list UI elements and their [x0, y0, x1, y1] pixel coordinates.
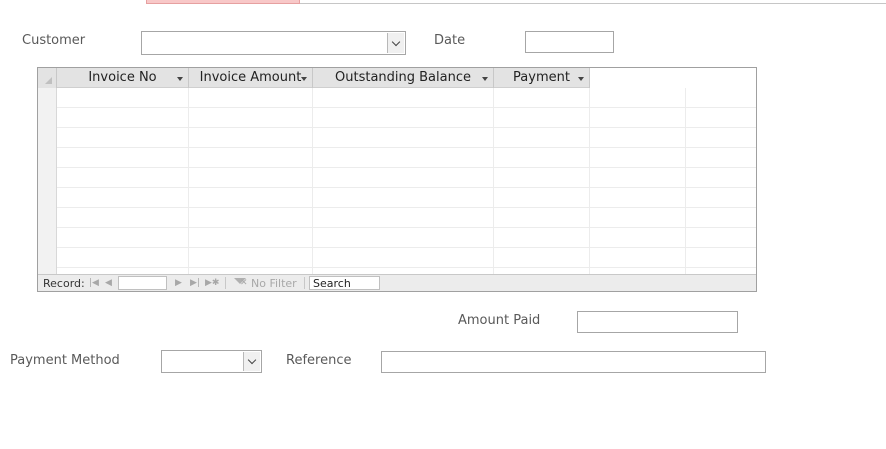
grid-row-line — [57, 187, 756, 188]
grid-row-line — [57, 207, 756, 208]
chevron-down-icon — [247, 355, 257, 365]
amount-paid-input[interactable] — [577, 311, 738, 333]
customer-label: Customer — [22, 33, 86, 48]
amount-paid-label: Amount Paid — [458, 313, 541, 328]
grid-col-line — [589, 88, 590, 274]
date-label: Date — [434, 33, 466, 48]
select-all-corner[interactable] — [38, 68, 57, 88]
column-header-label: Invoice Amount — [199, 70, 302, 85]
grid-row-line — [57, 127, 756, 128]
prev-record-icon[interactable]: ◀ — [105, 277, 112, 290]
payment-method-label: Payment Method — [10, 353, 120, 368]
invoice-datasheet: Invoice No Invoice Amount Outstanding Ba… — [37, 67, 757, 292]
active-tab[interactable] — [146, 0, 300, 4]
column-header-label: Invoice No — [88, 70, 157, 85]
grid-row-line — [57, 267, 756, 268]
column-dropdown-icon[interactable] — [482, 77, 488, 81]
reference-label: Reference — [286, 353, 352, 368]
filter-clear-icon: ✕ — [240, 278, 248, 288]
record-selector-column[interactable] — [38, 88, 57, 274]
customer-combo[interactable] — [141, 31, 406, 55]
column-dropdown-icon[interactable] — [177, 77, 183, 81]
payment-method-dropdown-button[interactable] — [243, 352, 260, 371]
grid-row-line — [57, 107, 756, 108]
column-header-payment[interactable]: Payment — [494, 68, 590, 88]
last-record-icon[interactable]: ▶| — [190, 277, 200, 290]
grid-row-line — [57, 147, 756, 148]
nav-separator — [304, 277, 305, 289]
column-header-label: Outstanding Balance — [335, 70, 471, 85]
datasheet-header: Invoice No Invoice Amount Outstanding Ba… — [38, 68, 590, 88]
grid-col-line — [188, 88, 189, 274]
search-input[interactable] — [309, 276, 380, 290]
column-dropdown-icon[interactable] — [301, 77, 307, 81]
column-header-invoice-amount[interactable]: Invoice Amount — [189, 68, 313, 88]
datasheet-grid[interactable] — [57, 88, 756, 274]
grid-row-line — [57, 167, 756, 168]
new-record-icon[interactable]: ▶✱ — [205, 277, 219, 290]
column-header-outstanding-balance[interactable]: Outstanding Balance — [313, 68, 494, 88]
column-header-label: Payment — [513, 70, 570, 85]
grid-row-line — [57, 247, 756, 248]
record-number-input[interactable] — [118, 276, 167, 290]
payment-method-combo[interactable] — [161, 350, 262, 373]
no-filter-button[interactable]: No Filter — [251, 277, 297, 290]
column-header-invoice-no[interactable]: Invoice No — [57, 68, 189, 88]
record-label: Record: — [43, 277, 85, 290]
chevron-down-icon — [391, 37, 401, 46]
grid-col-line — [493, 88, 494, 274]
grid-col-line — [312, 88, 313, 274]
date-input[interactable] — [525, 31, 614, 53]
customer-dropdown-button[interactable] — [387, 33, 404, 53]
next-record-icon[interactable]: ▶ — [175, 277, 182, 290]
reference-input[interactable] — [381, 351, 766, 373]
tab-strip-divider — [300, 3, 886, 4]
record-navigation-bar: Record: |◀ ◀ ▶ ▶| ▶✱ ✕ No Filter — [38, 274, 756, 291]
column-dropdown-icon[interactable] — [578, 77, 584, 81]
grid-row-line — [57, 227, 756, 228]
grid-col-line — [685, 88, 686, 274]
first-record-icon[interactable]: |◀ — [89, 277, 99, 290]
nav-separator — [225, 277, 226, 289]
